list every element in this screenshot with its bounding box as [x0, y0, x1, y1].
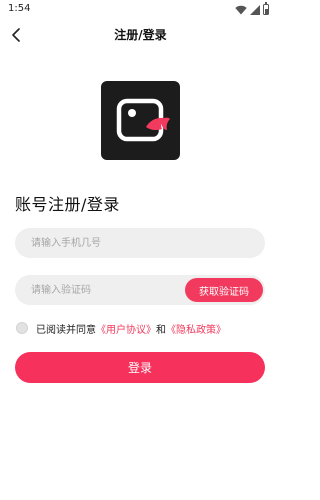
- login-button[interactable]: 登录: [15, 352, 265, 383]
- camera-icon: [116, 98, 170, 142]
- code-field: 获取验证码: [15, 275, 265, 305]
- status-bar: 1:54: [0, 0, 281, 20]
- phone-input[interactable]: [31, 228, 181, 258]
- verification-code-input[interactable]: [31, 275, 181, 305]
- user-agreement-link[interactable]: 《用户协议》: [96, 321, 156, 336]
- signal-icon: [250, 4, 260, 15]
- agreement-row: 已阅读并同意 《用户协议》 和 《隐私政策》: [16, 320, 226, 336]
- app-logo: [101, 81, 180, 160]
- form-heading: 账号注册/登录: [15, 195, 120, 214]
- agreement-conjunction: 和: [156, 324, 166, 336]
- status-time: 1:54: [8, 3, 31, 14]
- privacy-policy-link[interactable]: 《隐私政策》: [166, 321, 226, 336]
- nav-bar: 注册/登录: [0, 22, 281, 48]
- agree-checkbox[interactable]: [16, 322, 28, 334]
- status-icons: [235, 2, 269, 15]
- phone-field: [15, 228, 265, 258]
- wifi-icon: [235, 5, 247, 14]
- agreement-prefix: 已阅读并同意: [36, 324, 96, 336]
- page-title: 注册/登录: [114, 28, 167, 42]
- get-code-button[interactable]: 获取验证码: [185, 278, 263, 302]
- battery-icon: [263, 2, 269, 15]
